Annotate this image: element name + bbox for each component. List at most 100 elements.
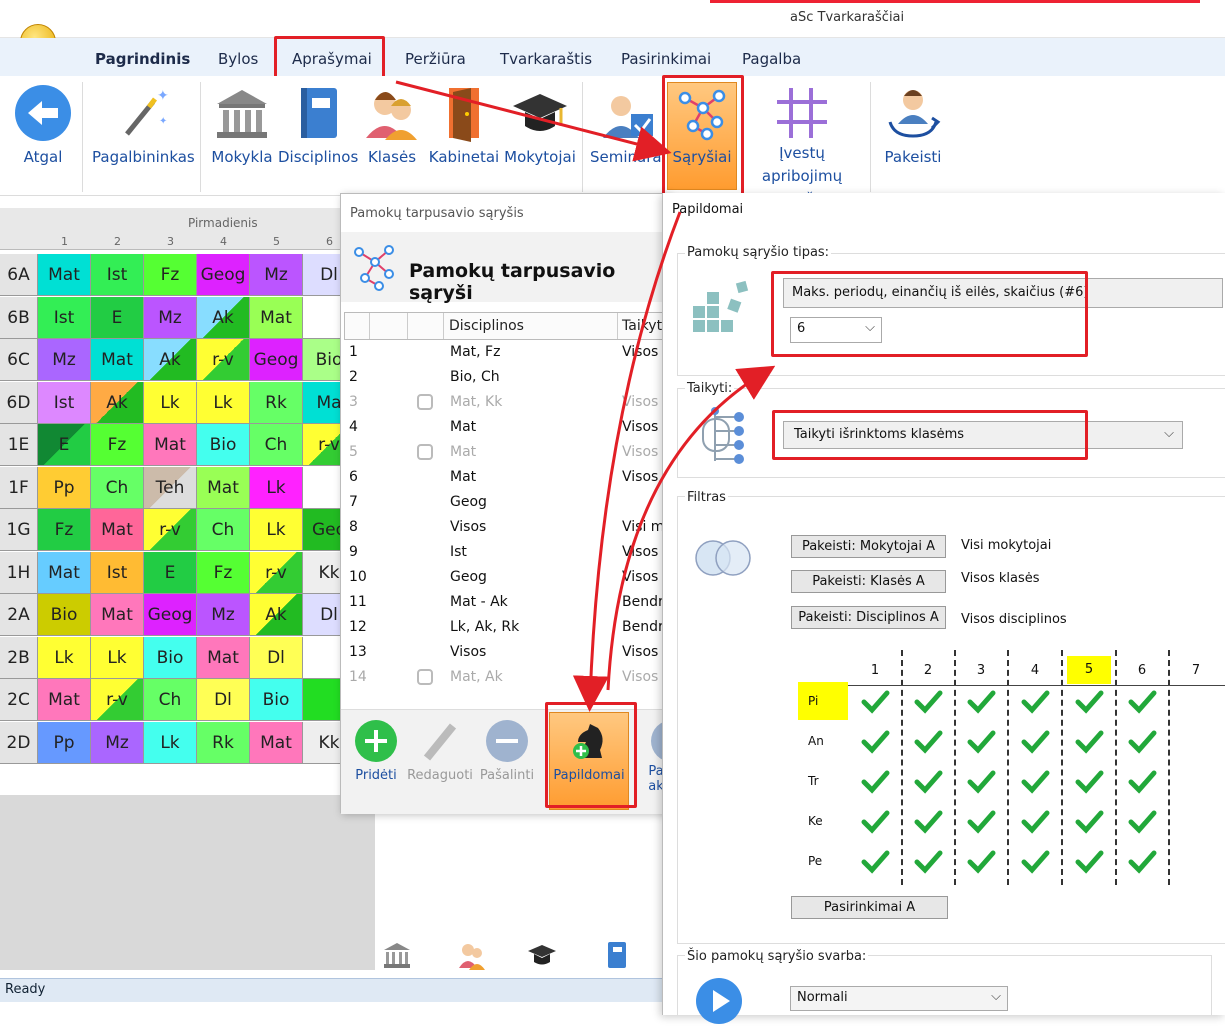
- class-row-label[interactable]: 6C: [0, 339, 38, 381]
- lesson-card[interactable]: Pp: [38, 721, 91, 764]
- lesson-card[interactable]: Ch: [91, 466, 144, 509]
- lesson-card[interactable]: Ch: [197, 509, 250, 551]
- check-icon[interactable]: [860, 807, 890, 837]
- lesson-card[interactable]: Lk: [250, 509, 303, 551]
- check-icon[interactable]: [1127, 767, 1157, 797]
- school-button[interactable]: Mokykla: [210, 84, 274, 166]
- check-icon[interactable]: [1020, 847, 1050, 877]
- lesson-card[interactable]: Mat: [91, 509, 144, 551]
- lesson-card[interactable]: Mat: [250, 296, 303, 339]
- class-row-label[interactable]: 2C: [0, 679, 38, 721]
- check-icon[interactable]: [913, 727, 943, 757]
- lesson-card[interactable]: r-v: [197, 339, 250, 381]
- students-icon[interactable]: [457, 940, 487, 970]
- lesson-card[interactable]: Mat: [197, 466, 250, 509]
- list-item[interactable]: 1 Mat, Fz Visos: [349, 342, 667, 367]
- check-icon[interactable]: [966, 847, 996, 877]
- period-column-6[interactable]: 6: [1128, 663, 1156, 678]
- menu-pagrindinis[interactable]: Pagrindinis: [95, 50, 190, 68]
- col-subjects-header[interactable]: Disciplinos: [449, 318, 524, 334]
- check-icon[interactable]: [860, 847, 890, 877]
- lesson-card[interactable]: Mat: [197, 636, 250, 679]
- check-icon[interactable]: [966, 807, 996, 837]
- lesson-card[interactable]: Mat: [250, 721, 303, 764]
- lesson-card[interactable]: Fz: [197, 551, 250, 594]
- lesson-card[interactable]: Mat: [91, 594, 144, 636]
- lesson-card[interactable]: Rk: [250, 381, 303, 424]
- lesson-card[interactable]: Pp: [38, 466, 91, 509]
- check-icon[interactable]: [1020, 727, 1050, 757]
- check-icon[interactable]: [1020, 807, 1050, 837]
- class-row-label[interactable]: 1G: [0, 509, 38, 551]
- day-row-An[interactable]: An: [808, 734, 824, 748]
- back-button[interactable]: Atgal: [10, 84, 76, 166]
- graduation-cap-icon[interactable]: [527, 940, 557, 970]
- lesson-card[interactable]: Bio: [38, 594, 91, 636]
- lesson-card[interactable]: Mat: [38, 551, 91, 594]
- lesson-card[interactable]: Bio: [250, 679, 303, 721]
- check-icon[interactable]: [860, 687, 890, 717]
- teachers-button[interactable]: Mokytojai: [502, 84, 578, 166]
- list-item[interactable]: 12 Lk, Ak, Rk Bendr: [349, 617, 667, 642]
- lesson-card[interactable]: Geog: [197, 254, 250, 296]
- lesson-card[interactable]: Geog: [144, 594, 197, 636]
- list-item[interactable]: 2 Bio, Ch: [349, 367, 667, 392]
- class-row-label[interactable]: 1H: [0, 551, 38, 594]
- lesson-card[interactable]: Lk: [144, 381, 197, 424]
- period-column-4[interactable]: 4: [1021, 663, 1049, 678]
- day-row-Pe[interactable]: Pe: [808, 854, 822, 868]
- check-icon[interactable]: [1074, 847, 1104, 877]
- lesson-card[interactable]: Bio: [144, 636, 197, 679]
- list-item[interactable]: 8 Visos Visi m: [349, 517, 667, 542]
- lesson-card[interactable]: Mz: [250, 254, 303, 296]
- lesson-card[interactable]: r-v: [250, 551, 303, 594]
- lesson-card[interactable]: Ist: [38, 296, 91, 339]
- lesson-card[interactable]: Mat: [144, 424, 197, 466]
- list-item[interactable]: 4 Mat Visos: [349, 417, 667, 442]
- check-icon[interactable]: [913, 847, 943, 877]
- add-button[interactable]: Pridėti: [351, 720, 401, 783]
- check-icon[interactable]: [1074, 727, 1104, 757]
- check-icon[interactable]: [1127, 847, 1157, 877]
- lesson-card[interactable]: Ist: [91, 254, 144, 296]
- lesson-card[interactable]: Fz: [38, 509, 91, 551]
- class-row-label[interactable]: 1E: [0, 424, 38, 466]
- lesson-card[interactable]: E: [144, 551, 197, 594]
- day-row-Ke[interactable]: Ke: [808, 814, 823, 828]
- period-column-3[interactable]: 3: [967, 663, 995, 678]
- replace-button[interactable]: Pakeisti: [878, 84, 948, 166]
- check-icon[interactable]: [966, 727, 996, 757]
- menu-pasirinkimai[interactable]: Pasirinkimai: [621, 50, 711, 68]
- list-item[interactable]: 13 Visos Visos: [349, 642, 667, 667]
- class-row-label[interactable]: 2A: [0, 594, 38, 636]
- check-icon[interactable]: [1020, 687, 1050, 717]
- day-row-Tr[interactable]: Tr: [808, 774, 819, 788]
- class-row-label[interactable]: 2D: [0, 721, 38, 764]
- lesson-card[interactable]: Lk: [91, 636, 144, 679]
- list-item[interactable]: 14 Mat, Ak Visos: [349, 667, 667, 692]
- day-row-Pi[interactable]: Pi: [798, 682, 848, 720]
- edit-button[interactable]: Redaguoti: [403, 720, 477, 783]
- lesson-card[interactable]: Fz: [91, 424, 144, 466]
- lesson-card[interactable]: E: [38, 424, 91, 466]
- list-item[interactable]: 6 Mat Visos: [349, 467, 667, 492]
- menu-bylos[interactable]: Bylos: [218, 50, 258, 68]
- list-item[interactable]: 5 Mat Visos: [349, 442, 667, 467]
- check-icon[interactable]: [913, 807, 943, 837]
- check-icon[interactable]: [860, 767, 890, 797]
- lesson-card[interactable]: Ak: [91, 381, 144, 424]
- lesson-card[interactable]: Mz: [38, 339, 91, 381]
- class-row-label[interactable]: 6B: [0, 296, 38, 339]
- options-button[interactable]: Pasirinkimai A: [791, 896, 948, 919]
- period-column-5[interactable]: 5: [1067, 656, 1111, 684]
- lesson-card[interactable]: Mz: [91, 721, 144, 764]
- class-row-label[interactable]: 2B: [0, 636, 38, 679]
- replace-classes-button[interactable]: Pakeisti: Klasės A: [791, 570, 946, 593]
- lesson-card[interactable]: Geog: [250, 339, 303, 381]
- lesson-card[interactable]: Lk: [144, 721, 197, 764]
- lesson-card[interactable]: E: [91, 296, 144, 339]
- lesson-card[interactable]: Ak: [144, 339, 197, 381]
- lesson-card[interactable]: Dl: [250, 636, 303, 679]
- lesson-card[interactable]: Ak: [197, 296, 250, 339]
- book-icon[interactable]: [602, 940, 632, 970]
